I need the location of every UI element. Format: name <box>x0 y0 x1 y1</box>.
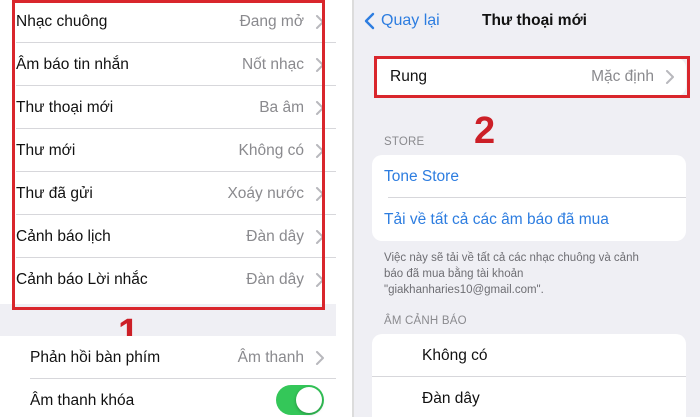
row-label: Âm thanh khóa <box>30 392 135 409</box>
row-label: Đàn dây <box>422 390 480 407</box>
alert-tones-group: Không có Đàn dây <box>372 334 686 417</box>
chevron-right-icon <box>316 351 324 365</box>
highlight-box-2 <box>374 56 690 98</box>
page-title: Thư thoại mới <box>482 12 587 29</box>
row-keyboard-feedback[interactable]: Phản hồi bàn phím Âm thanh <box>0 336 336 379</box>
callout-number-2: 2 <box>474 110 496 152</box>
new-voicemail-panel: Quay lại Thư thoại mới Rung Mặc định 2 S… <box>352 0 700 417</box>
lock-sound-toggle[interactable] <box>276 385 324 415</box>
download-all-link[interactable]: Tải về tất cả các âm báo đã mua <box>384 211 609 229</box>
feedback-group: Phản hồi bàn phím Âm thanh Âm thanh khóa <box>0 336 336 417</box>
tone-store-link[interactable]: Tone Store <box>384 168 459 186</box>
footnote-line: báo đã mua bằng tài khoản <box>384 268 524 280</box>
sounds-settings-panel: Nhạc chuông Đang mở Âm báo tin nhắn Nốt … <box>0 0 336 417</box>
row-tone-strings[interactable]: Đàn dây <box>372 377 686 417</box>
footnote-line: Việc này sẽ tải về tất cả các nhạc chuôn… <box>384 252 639 264</box>
toggle-knob <box>296 387 322 413</box>
highlight-box-1 <box>12 0 325 310</box>
row-label: Phản hồi bàn phím <box>30 349 161 366</box>
footnote-line: "giakhanharies10@gmail.com". <box>384 284 544 296</box>
store-footnote: Việc này sẽ tải về tất cả các nhạc chuôn… <box>384 250 684 298</box>
row-lock-sound: Âm thanh khóa <box>0 379 336 417</box>
row-label: Không có <box>422 347 488 364</box>
row-tone-none[interactable]: Không có <box>372 334 686 377</box>
row-value: Âm thanh <box>237 349 304 366</box>
alert-tones-section-title: ÂM CẢNH BÁO <box>384 315 467 327</box>
store-section-title: STORE <box>384 136 425 148</box>
